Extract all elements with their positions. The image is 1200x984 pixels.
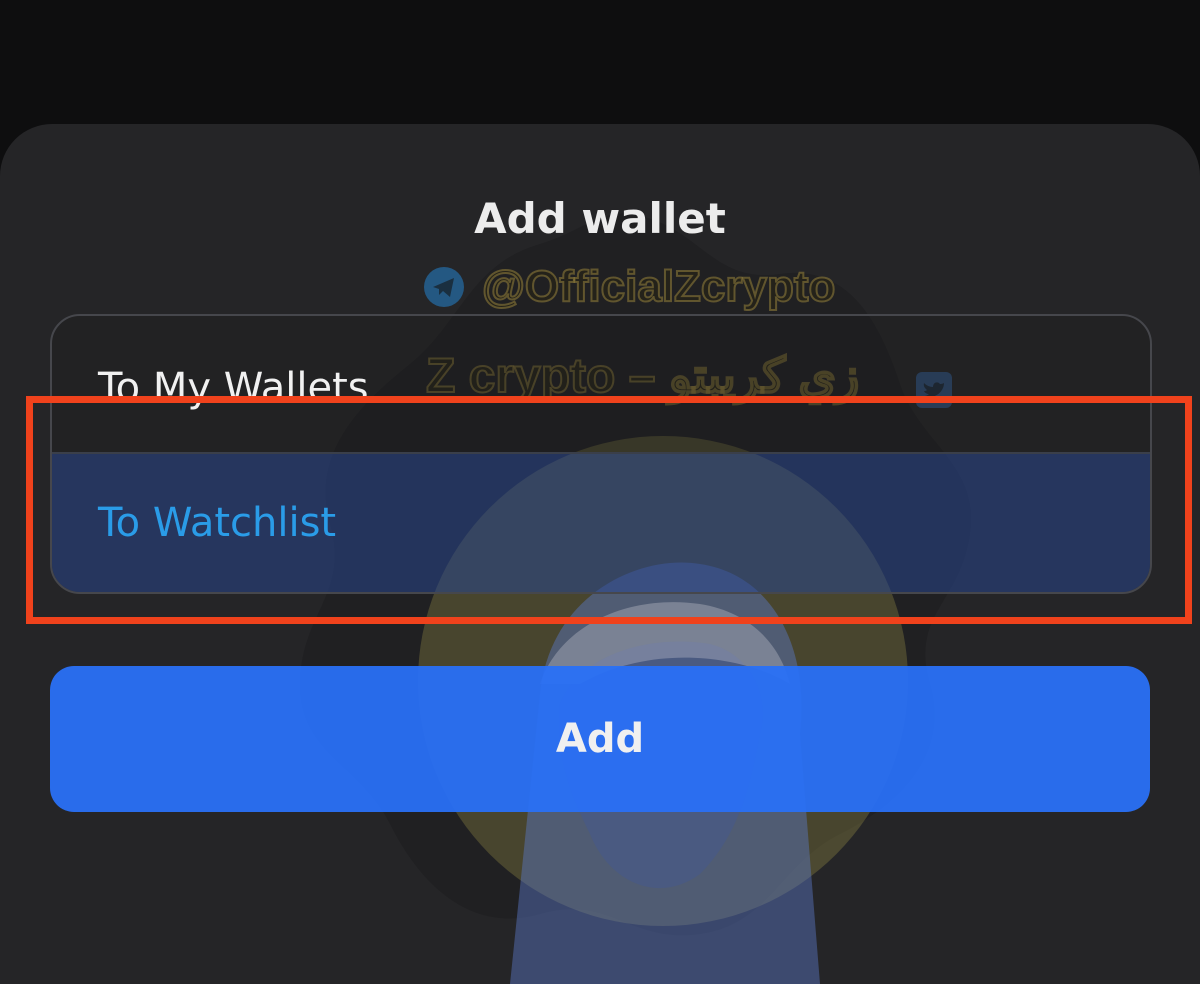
telegram-icon: [424, 267, 464, 307]
highlight-annotation-box: [26, 396, 1192, 624]
dialog-title: Add wallet: [474, 194, 726, 243]
add-button[interactable]: Add: [50, 666, 1150, 812]
add-button-label: Add: [555, 716, 645, 762]
watermark-handle: @OfficialZcrypto: [481, 261, 836, 312]
